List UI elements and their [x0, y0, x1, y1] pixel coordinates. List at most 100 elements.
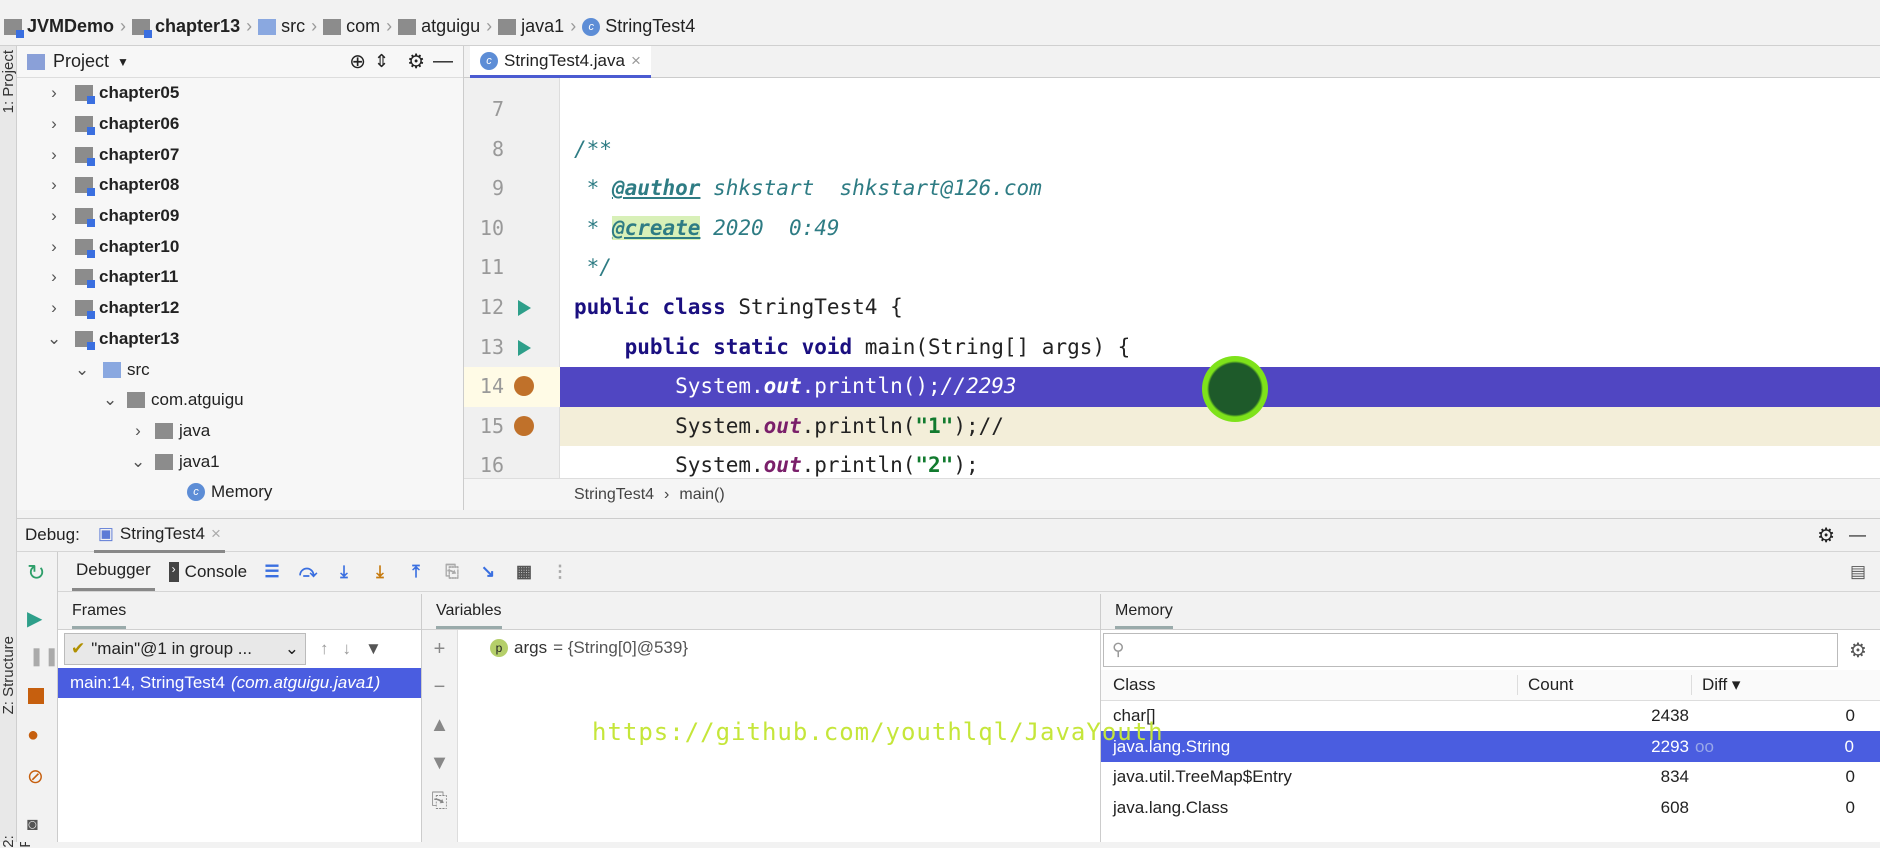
tree-item-chapter12[interactable]: › chapter12 [47, 293, 463, 324]
filter-icon[interactable]: ▼ [365, 639, 382, 659]
up-arrow-icon[interactable]: ↑ [320, 639, 329, 659]
tree-item-java[interactable]: › java [47, 416, 463, 447]
hide-icon[interactable]: — [1849, 525, 1866, 545]
track-icon[interactable]: oo [1695, 737, 1714, 757]
variables-panel: Variables + − ▲ ▼ ⎘ p args = {String[0]@539} [422, 594, 1101, 842]
trace-icon[interactable]: ⋮ [549, 562, 571, 582]
frame-item[interactable]: main:14, StringTest4 (com.atguigu.java1) [58, 668, 421, 698]
step-into-icon[interactable]: ⤓ [333, 562, 355, 582]
tree-item-java1[interactable]: ⌄ java1 [47, 446, 463, 477]
editor-tab-stringtest4[interactable]: c StringTest4.java × [470, 46, 651, 78]
resume-icon[interactable]: ▶ [27, 606, 42, 631]
thread-selector[interactable]: ✔ "main"@1 in group ... ⌄ [64, 633, 306, 665]
search-icon: ⚲ [1112, 640, 1125, 659]
stop-icon[interactable] [28, 688, 44, 704]
collapse-icon[interactable]: ⇕ [374, 51, 389, 72]
column-count[interactable]: Count [1517, 674, 1691, 695]
tab-console[interactable]: › Console [168, 561, 247, 582]
copy-icon[interactable]: ⎘ [422, 782, 457, 820]
force-step-into-icon[interactable]: ⤓ [369, 562, 391, 582]
project-view-selector[interactable]: Project [53, 51, 109, 72]
hide-icon[interactable]: — [433, 50, 453, 73]
class-icon: c [480, 51, 498, 70]
crumb-com[interactable]: com [323, 16, 380, 37]
table-row[interactable]: char[] 2438 0 [1101, 701, 1880, 732]
move-down-icon[interactable]: ▼ [422, 744, 457, 782]
memory-table-header: Class Count Diff ▾ [1101, 670, 1880, 701]
down-arrow-icon[interactable]: ↓ [343, 639, 352, 659]
frames-panel: Frames ✔ "main"@1 in group ... ⌄ ↑ ↓ ▼ main:… [58, 594, 422, 842]
tree-item-chapter11[interactable]: › chapter11 [47, 262, 463, 293]
tree-item-src[interactable]: ⌄ src [47, 354, 463, 385]
debug-header: Debug: ▣ StringTest4 × ⚙ — [17, 518, 1880, 553]
cursor-highlight [1202, 356, 1268, 422]
debug-side-toolbar: ↻ ▶ ❚❚ ● ⊘ ◙ [17, 552, 59, 842]
tree-item-chapter05[interactable]: › chapter05 [47, 78, 463, 109]
project-tool-tab[interactable]: 1: Project [0, 50, 17, 113]
run-icon[interactable] [518, 340, 531, 356]
breadcrumb: JVMDemo › chapter13 › src › com › atguigu › j… [0, 8, 1880, 46]
tree-item-chapter06[interactable]: › chapter06 [47, 109, 463, 140]
class-icon: c [582, 17, 601, 36]
editor-gutter: 7 8 9 10 11 12 13 14 15 16 [464, 78, 560, 478]
crumb-class[interactable]: c StringTest4 [582, 16, 695, 37]
layout-icon[interactable]: ▤ [1850, 562, 1866, 582]
table-row[interactable]: java.lang.Class 608 0 [1101, 793, 1880, 824]
gear-icon[interactable]: ⚙ [1838, 638, 1878, 663]
column-diff[interactable]: Diff ▾ [1691, 674, 1865, 695]
step-out-icon[interactable]: ⤒ [405, 562, 427, 582]
class-icon: c [187, 483, 205, 502]
crumb-module[interactable]: chapter13 [132, 16, 240, 38]
drop-frame-icon[interactable]: ⎘ [441, 562, 463, 582]
run-icon[interactable] [518, 300, 531, 316]
code-area[interactable]: /** * @author shkstart shkstart@126.com … [560, 78, 1880, 478]
tree-item-chapter09[interactable]: › chapter09 [47, 201, 463, 232]
crumb-java1[interactable]: java1 [498, 16, 564, 37]
parameter-icon: p [490, 639, 508, 657]
debugger-toolbar: Debugger › Console ☰ ⤼ ⤓ ⤓ ⤒ ⎘ ↘ ▦ ⋮ ▤ [58, 552, 1880, 592]
view-breakpoints-icon[interactable]: ● [27, 724, 39, 747]
pause-icon[interactable]: ❚❚ [29, 646, 59, 667]
tree-item-memory[interactable]: c Memory [47, 477, 463, 508]
tree-item-chapter10[interactable]: › chapter10 [47, 231, 463, 262]
editor-breadcrumb: StringTest4 › main() [464, 478, 1880, 510]
project-panel: Project ▼ ⊕ ⇕ ⚙ — › chapter05 › chapter06 ›… [17, 46, 464, 510]
mute-breakpoints-icon[interactable]: ⊘ [27, 764, 44, 789]
table-row[interactable]: java.lang.String 2293 oo 0 [1101, 731, 1880, 763]
gear-icon[interactable]: ⚙ [407, 49, 425, 74]
project-view-icon [27, 53, 45, 70]
crumb-src[interactable]: src [258, 16, 305, 37]
close-tab-icon[interactable]: × [631, 51, 641, 71]
run-to-cursor-icon[interactable]: ↘ [477, 562, 499, 582]
evaluate-icon[interactable]: ▦ [513, 562, 535, 582]
memory-search-input[interactable]: ⚲ [1103, 633, 1838, 667]
tab-debugger[interactable]: Debugger [72, 552, 155, 591]
gear-icon[interactable]: ⚙ [1817, 523, 1835, 548]
crumb-atguigu[interactable]: atguigu [398, 16, 480, 37]
tree-item-chapter08[interactable]: › chapter08 [47, 170, 463, 201]
add-watch-icon[interactable]: + [422, 630, 457, 668]
locate-icon[interactable]: ⊕ [349, 49, 366, 74]
move-up-icon[interactable]: ▲ [422, 706, 457, 744]
memory-panel: Memory ⚲ ⚙ Class Count Diff ▾ char[] 2438… [1101, 594, 1880, 842]
frames-list-icon[interactable]: ☰ [261, 562, 283, 582]
breakpoint-icon[interactable] [514, 376, 534, 396]
tree-item-chapter07[interactable]: › chapter07 [47, 139, 463, 170]
variable-row[interactable]: p args = {String[0]@539} [490, 638, 688, 658]
crumb-project[interactable]: JVMDemo [4, 16, 114, 38]
remove-watch-icon[interactable]: − [422, 668, 457, 706]
column-class[interactable]: Class [1101, 675, 1517, 695]
breakpoint-icon[interactable] [514, 416, 534, 436]
table-row[interactable]: java.util.TreeMap$Entry 834 0 [1101, 762, 1880, 793]
crumb-method[interactable]: main() [679, 486, 724, 504]
structure-tool-tab[interactable]: Z: Structure [0, 636, 17, 714]
tree-item-chapter13[interactable]: ⌄ chapter13 [47, 324, 463, 355]
step-over-icon[interactable]: ⤼ [297, 562, 319, 582]
crumb-class[interactable]: StringTest4 [574, 486, 654, 504]
left-tool-strip: 1: Project Z: Structure 2: Favorites [0, 46, 34, 848]
camera-icon[interactable]: ◙ [27, 814, 38, 835]
tree-item-com-atguigu[interactable]: ⌄ com.atguigu [47, 385, 463, 416]
rerun-icon[interactable]: ↻ [27, 560, 45, 586]
debug-session-tab[interactable]: ▣ StringTest4 × [93, 518, 225, 553]
code-editor[interactable]: c StringTest4.java × 7 8 9 10 11 12 13 14 … [464, 46, 1880, 510]
